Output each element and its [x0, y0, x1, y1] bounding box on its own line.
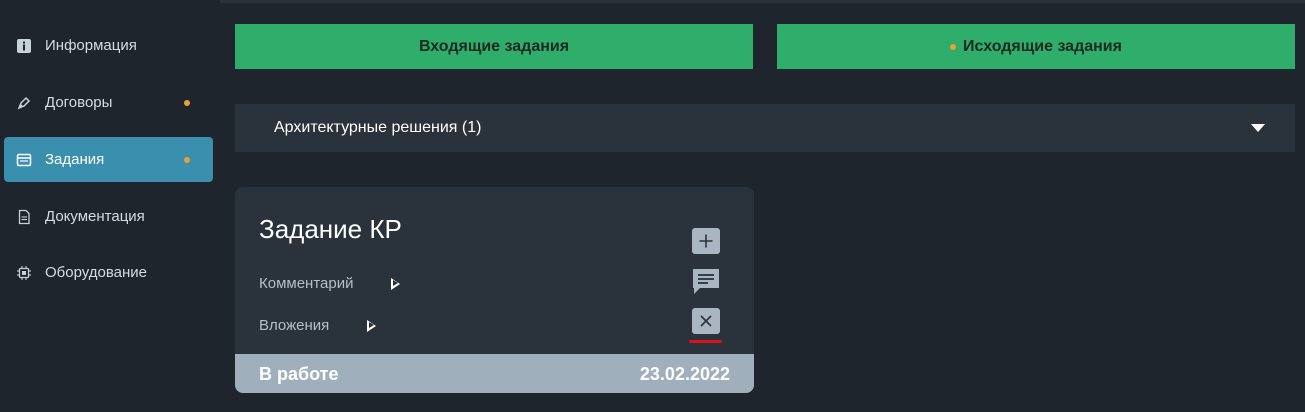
comment-icon	[693, 269, 719, 294]
task-title: Задание КР	[259, 214, 402, 244]
expand-arrow-icon[interactable]	[367, 319, 377, 332]
sidebar-item-documentation[interactable]: Документация	[4, 194, 213, 239]
sidebar: Информация Договоры Задания Документация…	[0, 0, 220, 412]
chevron-down-icon[interactable]	[1251, 124, 1265, 132]
comment-label: Комментарий	[259, 275, 354, 292]
sidebar-item-tasks[interactable]: Задания	[4, 137, 213, 182]
sidebar-item-label: Документация	[45, 208, 145, 225]
tab-outgoing-tasks[interactable]: Исходящие задания	[777, 24, 1295, 69]
attachments-label: Вложения	[259, 317, 330, 334]
info-icon	[15, 37, 33, 55]
sidebar-item-label: Оборудование	[45, 264, 148, 281]
notification-dot	[184, 100, 190, 106]
chip-icon	[15, 264, 33, 282]
accordion-architectural-solutions[interactable]: Архитектурные решения (1)	[235, 104, 1295, 152]
expand-arrow-icon[interactable]	[391, 277, 401, 290]
notification-dot	[950, 43, 957, 50]
comment-row[interactable]: Комментарий	[259, 275, 401, 292]
sidebar-item-contracts[interactable]: Договоры	[4, 80, 213, 125]
tab-incoming-tasks[interactable]: Входящие задания	[235, 24, 753, 69]
document-icon	[15, 208, 33, 226]
date-label: 23.02.2022	[639, 364, 730, 384]
card-footer: В работе 23.02.2022	[235, 354, 754, 393]
plus-icon	[699, 234, 713, 248]
status-label: В работе	[259, 364, 339, 384]
sidebar-item-label: Договоры	[45, 94, 113, 111]
sidebar-item-label: Информация	[45, 37, 137, 54]
add-button[interactable]	[692, 228, 720, 254]
close-icon	[700, 315, 712, 327]
task-card: Задание КР Комментарий Вложения В работе…	[235, 187, 754, 393]
highlight-underline	[689, 340, 722, 343]
tab-label: Исходящие задания	[963, 37, 1122, 55]
sidebar-item-info[interactable]: Информация	[4, 23, 213, 68]
accordion-label: Архитектурные решения (1)	[274, 119, 482, 136]
notification-dot	[184, 157, 190, 163]
close-button[interactable]	[692, 308, 720, 334]
sidebar-item-label: Задания	[45, 151, 105, 168]
window-icon	[15, 151, 33, 169]
comment-button[interactable]	[692, 268, 720, 294]
sidebar-item-equipment[interactable]: Оборудование	[4, 250, 213, 295]
top-divider	[220, 0, 1305, 3]
attachments-row[interactable]: Вложения	[259, 317, 377, 334]
pen-icon	[15, 94, 33, 112]
tab-label: Входящие задания	[418, 37, 570, 55]
